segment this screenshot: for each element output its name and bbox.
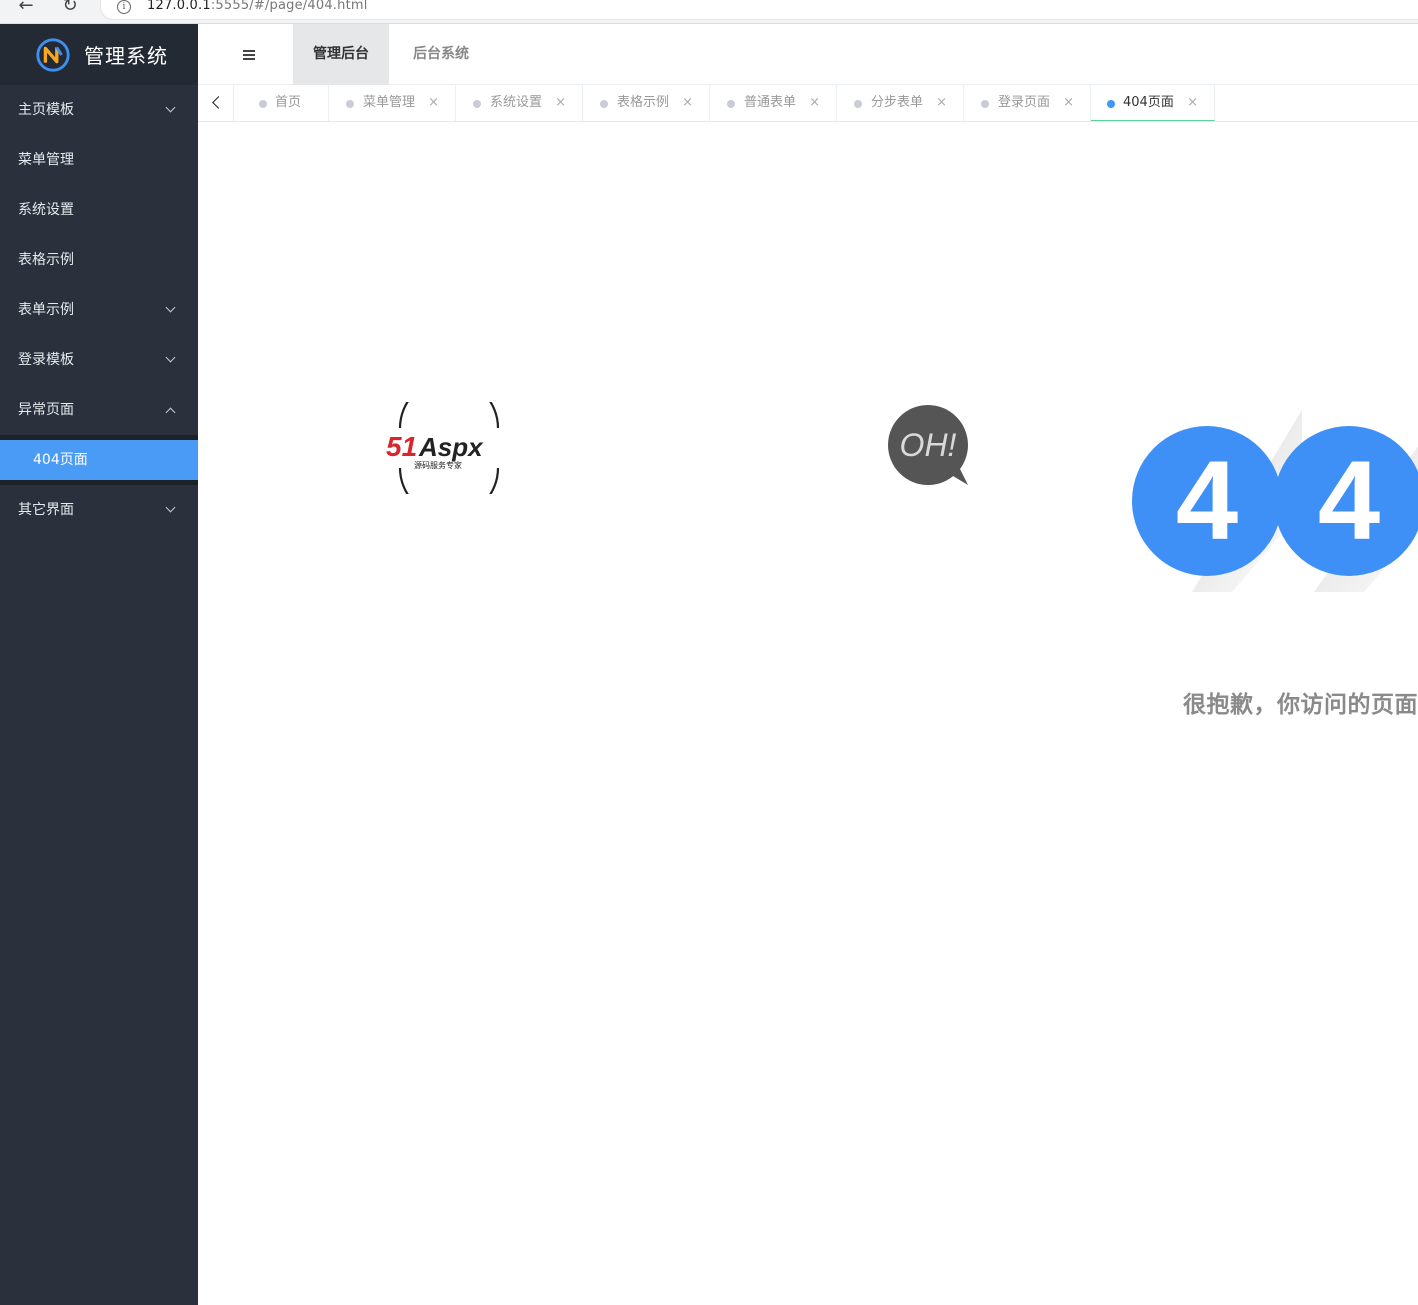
page-tab-label: 菜单管理 (363, 95, 416, 110)
page-tab-home[interactable]: 首页 (237, 85, 329, 121)
close-icon[interactable]: × (428, 85, 439, 121)
tab-status-dot (1107, 100, 1115, 108)
sidebar-item-table-examples[interactable]: 表格示例 (0, 235, 198, 285)
page-tab-step-form[interactable]: 分步表单 × (837, 85, 964, 121)
sidebar-item-label: 主页模板 (18, 102, 74, 118)
page-tab-menu-management[interactable]: 菜单管理 × (329, 85, 456, 121)
chevron-down-icon (166, 285, 176, 335)
address-bar[interactable]: i 127.0.0.1:5555/#/page/404.html (100, 0, 1418, 20)
sidebar: 管理系统 主页模板 菜单管理 系统设置 表格示例 表单示例 登录模板 异常页面 … (0, 24, 198, 1305)
close-icon[interactable]: × (555, 85, 566, 121)
close-icon[interactable]: × (1063, 85, 1074, 121)
close-icon[interactable]: × (1187, 85, 1198, 121)
top-header: 管理后台 后台系统 (198, 24, 1418, 85)
sidebar-item-other-pages[interactable]: 其它界面 (0, 485, 198, 535)
sidebar-submenu-error-pages: 404页面 (0, 435, 198, 485)
browser-toolbar: ← ↻ i 127.0.0.1:5555/#/page/404.html (0, 0, 1418, 24)
close-icon[interactable]: × (936, 85, 947, 121)
chevron-down-icon (166, 485, 176, 535)
chevron-down-icon (166, 85, 176, 135)
page-tab-label: 普通表单 (744, 95, 797, 110)
sidebar-item-error-pages[interactable]: 异常页面 (0, 385, 198, 435)
top-tab-admin[interactable]: 管理后台 (293, 24, 389, 85)
page-tab-label: 首页 (275, 95, 302, 110)
tab-status-dot (854, 100, 862, 108)
sidebar-item-label: 菜单管理 (18, 152, 74, 168)
sidebar-subitem-404[interactable]: 404页面 (0, 440, 198, 480)
sidebar-item-label: 其它界面 (18, 502, 74, 518)
chevron-up-icon (166, 385, 176, 435)
tab-status-dot (981, 100, 989, 108)
tab-scroll-left-icon[interactable] (198, 85, 234, 121)
svg-text:源码服务专家: 源码服务专家 (414, 460, 462, 470)
error-digit-4-second: 4 (1274, 410, 1418, 595)
page-tab-label: 登录页面 (998, 95, 1051, 110)
chevron-down-icon (166, 335, 176, 385)
app-title: 管理系统 (84, 44, 168, 68)
close-icon[interactable]: × (809, 85, 820, 121)
page-tab-label: 404页面 (1123, 95, 1174, 110)
sidebar-item-form-examples[interactable]: 表单示例 (0, 285, 198, 335)
url-text: 127.0.0.1:5555/#/page/404.html (147, 0, 368, 13)
app-logo-icon (36, 37, 70, 72)
svg-text:Aspx: Aspx (418, 432, 484, 462)
page-tab-bar: 首页 菜单管理 × 系统设置 × 表格示例 × 普通表单 × 分步表单 × 登录… (198, 85, 1418, 122)
tab-status-dot (346, 100, 354, 108)
tab-status-dot (727, 100, 735, 108)
url-path: :5555/#/page/404.html (210, 0, 368, 13)
tab-status-dot (259, 100, 267, 108)
top-tab-backend[interactable]: 后台系统 (393, 24, 489, 85)
error-message: 很抱歉，你访问的页面 (1183, 692, 1418, 718)
page-tab-login-page[interactable]: 登录页面 × (964, 85, 1091, 121)
sidebar-item-login-templates[interactable]: 登录模板 (0, 335, 198, 385)
digit-circle: 4 (1274, 426, 1418, 576)
sidebar-item-label: 登录模板 (18, 352, 74, 368)
svg-text:51: 51 (386, 431, 417, 462)
reload-icon[interactable]: ↻ (58, 0, 82, 16)
sidebar-item-home-templates[interactable]: 主页模板 (0, 85, 198, 135)
page-tab-normal-form[interactable]: 普通表单 × (710, 85, 837, 121)
page-tab-label: 分步表单 (871, 95, 924, 110)
svg-text:OH!: OH! (900, 427, 957, 463)
back-arrow-icon[interactable]: ← (14, 0, 38, 16)
digit-circle: 4 (1132, 426, 1282, 576)
page-tab-label: 系统设置 (490, 95, 543, 110)
page-tab-system-settings[interactable]: 系统设置 × (456, 85, 583, 121)
menu-toggle-icon[interactable] (236, 46, 262, 64)
page-tab-table-examples[interactable]: 表格示例 × (583, 85, 710, 121)
main-content: 51 Aspx 源码服务专家 OH! 4 4 很抱歉，你访问的页面 (198, 122, 1418, 1305)
sidebar-item-label: 表单示例 (18, 302, 74, 318)
sidebar-item-label: 表格示例 (18, 252, 74, 268)
sidebar-item-label: 异常页面 (18, 402, 74, 418)
tab-status-dot (473, 100, 481, 108)
tab-status-dot (600, 100, 608, 108)
url-host: 127.0.0.1 (147, 0, 211, 13)
site-info-icon[interactable]: i (117, 0, 131, 14)
brand-logo-image: 51 Aspx 源码服务专家 (386, 402, 500, 494)
page-tab-404[interactable]: 404页面 × (1091, 85, 1215, 121)
sidebar-item-menu-management[interactable]: 菜单管理 (0, 135, 198, 185)
app-logo-area[interactable]: 管理系统 (0, 24, 198, 85)
page-tab-label: 表格示例 (617, 95, 670, 110)
sidebar-item-system-settings[interactable]: 系统设置 (0, 185, 198, 235)
close-icon[interactable]: × (682, 85, 693, 121)
sidebar-item-label: 系统设置 (18, 202, 74, 218)
oh-speech-bubble-icon: OH! (888, 405, 968, 485)
